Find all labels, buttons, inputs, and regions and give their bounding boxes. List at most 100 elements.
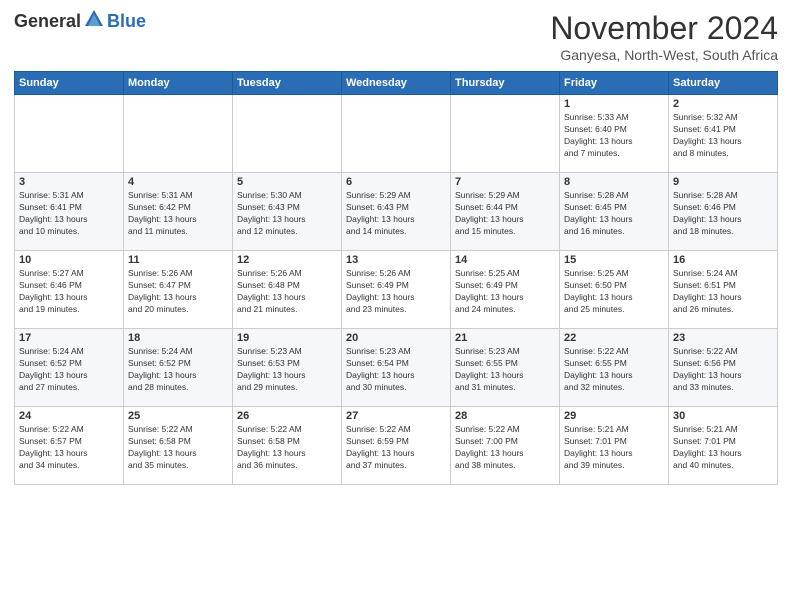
day-info: Sunrise: 5:21 AM Sunset: 7:01 PM Dayligh… — [673, 424, 773, 472]
day-info: Sunrise: 5:26 AM Sunset: 6:48 PM Dayligh… — [237, 268, 337, 316]
week-row-1: 3 Sunrise: 5:31 AM Sunset: 6:41 PM Daylig… — [15, 173, 778, 251]
location-text: Ganyesa, North-West, South Africa — [550, 47, 778, 63]
table-row — [342, 95, 451, 173]
table-row: 19 Sunrise: 5:23 AM Sunset: 6:53 PM Dayli… — [233, 329, 342, 407]
day-info: Sunrise: 5:30 AM Sunset: 6:43 PM Dayligh… — [237, 190, 337, 238]
day-number: 16 — [673, 254, 773, 266]
page-container: General Blue November 2024 Ganyesa, Nort… — [0, 0, 792, 491]
day-info: Sunrise: 5:27 AM Sunset: 6:46 PM Dayligh… — [19, 268, 119, 316]
day-info: Sunrise: 5:22 AM Sunset: 6:58 PM Dayligh… — [237, 424, 337, 472]
day-info: Sunrise: 5:22 AM Sunset: 6:55 PM Dayligh… — [564, 346, 664, 394]
day-number: 12 — [237, 254, 337, 266]
col-wednesday: Wednesday — [342, 72, 451, 95]
day-number: 11 — [128, 254, 228, 266]
week-row-2: 10 Sunrise: 5:27 AM Sunset: 6:46 PM Dayli… — [15, 251, 778, 329]
day-number: 21 — [455, 332, 555, 344]
day-info: Sunrise: 5:26 AM Sunset: 6:47 PM Dayligh… — [128, 268, 228, 316]
day-number: 17 — [19, 332, 119, 344]
table-row: 15Sunrise: 5:25 AM Sunset: 6:50 PM Dayli… — [560, 251, 669, 329]
day-info: Sunrise: 5:22 AM Sunset: 6:58 PM Dayligh… — [128, 424, 228, 472]
day-number: 18 — [128, 332, 228, 344]
day-number: 20 — [346, 332, 446, 344]
table-row: 24Sunrise: 5:22 AM Sunset: 6:57 PM Dayli… — [15, 407, 124, 485]
table-row: 8 Sunrise: 5:28 AM Sunset: 6:45 PM Daylig… — [560, 173, 669, 251]
day-number: 22 — [564, 332, 664, 344]
day-number: 28 — [455, 410, 555, 422]
day-number: 4 — [128, 176, 228, 188]
table-row: 2 Sunrise: 5:32 AM Sunset: 6:41 PM Daylig… — [669, 95, 778, 173]
day-number: 30 — [673, 410, 773, 422]
table-row: 7Sunrise: 5:29 AM Sunset: 6:44 PM Daylig… — [451, 173, 560, 251]
col-friday: Friday — [560, 72, 669, 95]
day-info: Sunrise: 5:32 AM Sunset: 6:41 PM Dayligh… — [673, 112, 773, 160]
day-number: 23 — [673, 332, 773, 344]
calendar-table: Sunday Monday Tuesday Wednesday Thursday… — [14, 71, 778, 485]
table-row: 18Sunrise: 5:24 AM Sunset: 6:52 PM Dayli… — [124, 329, 233, 407]
day-info: Sunrise: 5:28 AM Sunset: 6:46 PM Dayligh… — [673, 190, 773, 238]
table-row: 6Sunrise: 5:29 AM Sunset: 6:43 PM Daylig… — [342, 173, 451, 251]
page-header: General Blue November 2024 Ganyesa, Nort… — [14, 10, 778, 63]
day-info: Sunrise: 5:22 AM Sunset: 6:59 PM Dayligh… — [346, 424, 446, 472]
day-info: Sunrise: 5:25 AM Sunset: 6:49 PM Dayligh… — [455, 268, 555, 316]
day-number: 14 — [455, 254, 555, 266]
calendar-header-row: Sunday Monday Tuesday Wednesday Thursday… — [15, 72, 778, 95]
logo-general-text: General — [14, 11, 81, 32]
table-row: 17 Sunrise: 5:24 AM Sunset: 6:52 PM Dayli… — [15, 329, 124, 407]
day-info: Sunrise: 5:25 AM Sunset: 6:50 PM Dayligh… — [564, 268, 664, 316]
day-number: 9 — [673, 176, 773, 188]
day-info: Sunrise: 5:24 AM Sunset: 6:52 PM Dayligh… — [19, 346, 119, 394]
table-row: 26Sunrise: 5:22 AM Sunset: 6:58 PM Dayli… — [233, 407, 342, 485]
day-info: Sunrise: 5:23 AM Sunset: 6:54 PM Dayligh… — [346, 346, 446, 394]
table-row: 4Sunrise: 5:31 AM Sunset: 6:42 PM Daylig… — [124, 173, 233, 251]
day-info: Sunrise: 5:31 AM Sunset: 6:41 PM Dayligh… — [19, 190, 119, 238]
table-row: 9 Sunrise: 5:28 AM Sunset: 6:46 PM Daylig… — [669, 173, 778, 251]
day-info: Sunrise: 5:21 AM Sunset: 7:01 PM Dayligh… — [564, 424, 664, 472]
day-number: 27 — [346, 410, 446, 422]
day-number: 29 — [564, 410, 664, 422]
table-row: 27 Sunrise: 5:22 AM Sunset: 6:59 PM Dayli… — [342, 407, 451, 485]
day-info: Sunrise: 5:24 AM Sunset: 6:51 PM Dayligh… — [673, 268, 773, 316]
day-number: 13 — [346, 254, 446, 266]
table-row: 1Sunrise: 5:33 AM Sunset: 6:40 PM Daylig… — [560, 95, 669, 173]
col-saturday: Saturday — [669, 72, 778, 95]
table-row: 20 Sunrise: 5:23 AM Sunset: 6:54 PM Dayli… — [342, 329, 451, 407]
table-row: 30 Sunrise: 5:21 AM Sunset: 7:01 PM Dayli… — [669, 407, 778, 485]
day-info: Sunrise: 5:26 AM Sunset: 6:49 PM Dayligh… — [346, 268, 446, 316]
day-info: Sunrise: 5:28 AM Sunset: 6:45 PM Dayligh… — [564, 190, 664, 238]
day-info: Sunrise: 5:23 AM Sunset: 6:53 PM Dayligh… — [237, 346, 337, 394]
day-info: Sunrise: 5:23 AM Sunset: 6:55 PM Dayligh… — [455, 346, 555, 394]
week-row-0: 1Sunrise: 5:33 AM Sunset: 6:40 PM Daylig… — [15, 95, 778, 173]
table-row: 29 Sunrise: 5:21 AM Sunset: 7:01 PM Dayli… — [560, 407, 669, 485]
day-number: 3 — [19, 176, 119, 188]
day-info: Sunrise: 5:29 AM Sunset: 6:44 PM Dayligh… — [455, 190, 555, 238]
table-row: 12 Sunrise: 5:26 AM Sunset: 6:48 PM Dayli… — [233, 251, 342, 329]
week-row-3: 17 Sunrise: 5:24 AM Sunset: 6:52 PM Dayli… — [15, 329, 778, 407]
table-row: 3 Sunrise: 5:31 AM Sunset: 6:41 PM Daylig… — [15, 173, 124, 251]
table-row: 21 Sunrise: 5:23 AM Sunset: 6:55 PM Dayli… — [451, 329, 560, 407]
col-sunday: Sunday — [15, 72, 124, 95]
col-thursday: Thursday — [451, 72, 560, 95]
day-number: 19 — [237, 332, 337, 344]
day-number: 5 — [237, 176, 337, 188]
col-tuesday: Tuesday — [233, 72, 342, 95]
logo-blue-text: Blue — [107, 11, 146, 32]
table-row: 10 Sunrise: 5:27 AM Sunset: 6:46 PM Dayli… — [15, 251, 124, 329]
day-number: 10 — [19, 254, 119, 266]
week-row-4: 24Sunrise: 5:22 AM Sunset: 6:57 PM Dayli… — [15, 407, 778, 485]
table-row: 23Sunrise: 5:22 AM Sunset: 6:56 PM Dayli… — [669, 329, 778, 407]
day-info: Sunrise: 5:33 AM Sunset: 6:40 PM Dayligh… — [564, 112, 664, 160]
col-monday: Monday — [124, 72, 233, 95]
table-row: 13 Sunrise: 5:26 AM Sunset: 6:49 PM Dayli… — [342, 251, 451, 329]
day-number: 24 — [19, 410, 119, 422]
day-info: Sunrise: 5:22 AM Sunset: 7:00 PM Dayligh… — [455, 424, 555, 472]
day-number: 2 — [673, 98, 773, 110]
title-section: November 2024 Ganyesa, North-West, South… — [550, 10, 778, 63]
table-row — [124, 95, 233, 173]
logo: General Blue — [14, 10, 146, 32]
table-row: 25Sunrise: 5:22 AM Sunset: 6:58 PM Dayli… — [124, 407, 233, 485]
logo-icon — [83, 8, 105, 30]
table-row: 22 Sunrise: 5:22 AM Sunset: 6:55 PM Dayli… — [560, 329, 669, 407]
table-row: 28 Sunrise: 5:22 AM Sunset: 7:00 PM Dayli… — [451, 407, 560, 485]
day-number: 8 — [564, 176, 664, 188]
table-row: 14 Sunrise: 5:25 AM Sunset: 6:49 PM Dayli… — [451, 251, 560, 329]
